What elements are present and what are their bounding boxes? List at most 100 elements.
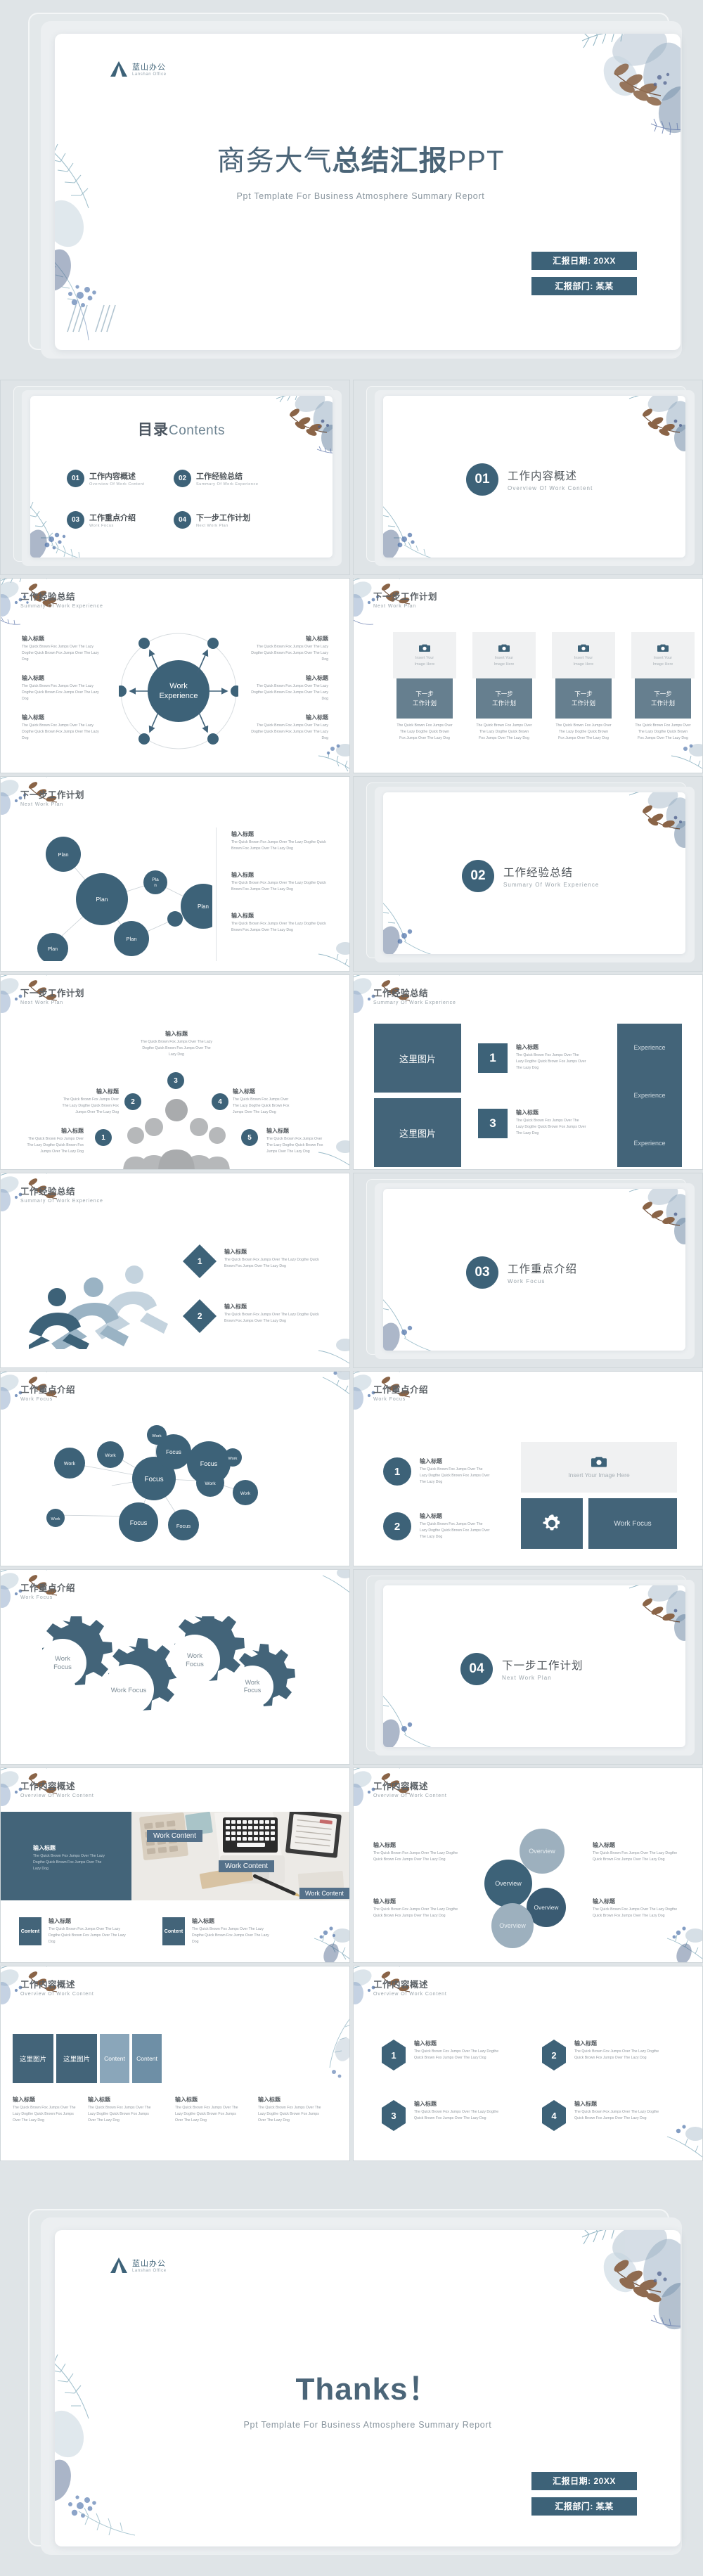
thumb-section-03[interactable]: 03 工作重点介绍 Work Focus bbox=[353, 1173, 703, 1368]
item-body: The Quick Brown Fox Jumps Over The Lazy … bbox=[373, 1851, 458, 1862]
item-title: 输入标题 bbox=[49, 1918, 71, 1924]
svg-text:Work: Work bbox=[64, 1462, 76, 1467]
toc-item-label-zh: 下一步工作计划 bbox=[196, 514, 250, 522]
slide-title-en: Overview Of Work Content bbox=[20, 1992, 94, 1997]
toc-slide: 目录Contents 01 工作内容概述 Overview Of Work Co… bbox=[30, 396, 333, 558]
item-body: The Quick Brown Fox Jumps Over The Lazy … bbox=[13, 2106, 76, 2123]
image-placeholder[interactable]: Insert Your Image Here bbox=[631, 632, 695, 678]
slide-title-zh: 工作经验总结 bbox=[20, 1187, 76, 1197]
botanical-bottom-right-icon bbox=[318, 942, 349, 967]
cover-title-block: 商务大气总结汇报PPT Ppt Template For Business At… bbox=[55, 138, 681, 201]
slide-header: 工作经验总结 Summary Of Work Experience bbox=[20, 1184, 103, 1204]
svg-text:Work Focus: Work Focus bbox=[111, 1687, 147, 1694]
picture-placeholder-1[interactable]: 这里图片 bbox=[374, 1024, 461, 1093]
thumb-section-02[interactable]: 02 工作经验总结 Summary Of Work Experience bbox=[353, 776, 703, 972]
item-body: The Quick Brown Fox Jumps Over The Lazy … bbox=[251, 723, 328, 740]
toc-item-number: 03 bbox=[67, 511, 84, 529]
svg-text:Overview: Overview bbox=[499, 1922, 526, 1929]
thumb-work-experience-radial[interactable]: 工作经验总结 Summary Of Work Experience Work E… bbox=[0, 578, 350, 773]
botanical-bottom-right-icon bbox=[318, 1339, 349, 1364]
item-title: 输入标题 bbox=[258, 2097, 280, 2103]
section-title-zh: 工作重点介绍 bbox=[508, 1263, 578, 1275]
slide-title-en: Next Work Plan bbox=[20, 1000, 64, 1005]
image-placeholder[interactable]: Insert Your Image Here bbox=[552, 632, 615, 678]
brand-name-zh: 蓝山办公 bbox=[132, 2260, 166, 2268]
svg-text:Plan: Plan bbox=[198, 903, 209, 910]
thumb-work-content-overview[interactable]: 工作内容概述 Overview Of Work Content Overview… bbox=[353, 1767, 703, 1963]
svg-text:Work: Work bbox=[105, 1453, 116, 1458]
brand-name-zh: 蓝山办公 bbox=[132, 63, 166, 72]
thumb-work-content-bars[interactable]: 工作内容概述 Overview Of Work Content 这里图片 这里图… bbox=[0, 1966, 350, 2161]
crowd-number-4: 4 bbox=[212, 1093, 228, 1110]
toc-item-3[interactable]: 03 工作重点介绍 Work Focus bbox=[67, 511, 174, 529]
thanks-badge-date[interactable]: 汇报日期: 20XX bbox=[531, 2472, 637, 2490]
thumb-section-01[interactable]: 01 工作内容概述 Overview Of Work Content bbox=[353, 380, 703, 575]
thumb-work-experience-runners[interactable]: 工作经验总结 Summary Of Work Experience 1 输入标题… bbox=[0, 1173, 350, 1368]
image-placeholder[interactable]: Insert Your Image Here bbox=[393, 632, 456, 678]
plan-card[interactable]: Insert Your Image Here 下一步 工作计划 The Quick … bbox=[472, 632, 536, 742]
image-placeholder[interactable]: Insert Your Image Here bbox=[472, 632, 536, 678]
item-title: 输入标题 bbox=[231, 831, 254, 837]
thumb-work-content-photo[interactable]: 工作内容概述 Overview Of Work Content 输入标题 The… bbox=[0, 1767, 350, 1963]
cover-badge-date[interactable]: 汇报日期: 20XX bbox=[531, 252, 637, 270]
thanks-badge-dept[interactable]: 汇报部门: 某某 bbox=[531, 2497, 637, 2516]
plan-card[interactable]: Insert Your Image Here 下一步 工作计划 The Quick … bbox=[631, 632, 695, 742]
slide-header: 工作重点介绍 Work Focus bbox=[20, 1580, 75, 1600]
toc-item-1[interactable]: 01 工作内容概述 Overview Of Work Content bbox=[67, 470, 174, 487]
crowd-text-3: 输入标题 The Quick Brown Fox Jumps Over The … bbox=[138, 1030, 214, 1058]
bar-text-1: 输入标题 The Quick Brown Fox Jumps Over The … bbox=[13, 2096, 80, 2124]
section-number: 03 bbox=[466, 1256, 498, 1289]
bubble-text-3: 输入标题 The Quick Brown Fox Jumps Over The … bbox=[231, 912, 331, 934]
item-title: 输入标题 bbox=[306, 675, 328, 681]
picture-placeholder-2[interactable]: 这里图片 bbox=[56, 2034, 97, 2083]
item-title: 输入标题 bbox=[33, 1845, 56, 1851]
item-body: The Quick Brown Fox Jumps Over The Lazy … bbox=[27, 1137, 84, 1154]
svg-text:Focus: Focus bbox=[130, 1519, 148, 1526]
slide-title-zh: 下一步工作计划 bbox=[20, 988, 85, 998]
thumb-row-2: 工作经验总结 Summary Of Work Experience Work E… bbox=[0, 578, 703, 773]
slide-title-en: Overview Of Work Content bbox=[373, 1793, 447, 1798]
plan-card[interactable]: Insert Your Image Here 下一步 工作计划 The Quick … bbox=[552, 632, 615, 742]
section-title-zh: 工作内容概述 bbox=[508, 470, 578, 482]
overview-text-3: 输入标题 The Quick Brown Fox Jumps Over The … bbox=[373, 1898, 465, 1919]
item-title: 输入标题 bbox=[96, 1088, 119, 1095]
slide-header: 工作经验总结 Summary Of Work Experience bbox=[373, 986, 456, 1005]
focus-item-number: 2 bbox=[383, 1512, 411, 1540]
focus-item-1: 1 输入标题 The Quick Brown Fox Jumps Over Th… bbox=[383, 1457, 490, 1486]
thumb-row-1: 目录Contents 01 工作内容概述 Overview Of Work Co… bbox=[0, 380, 703, 575]
item-title: 输入标题 bbox=[414, 2101, 437, 2107]
item-body: The Quick Brown Fox Jumps Over The Lazy … bbox=[373, 1907, 458, 1918]
thumb-work-focus-gears[interactable]: 工作重点介绍 Work Focus Work Focus Work Focus … bbox=[0, 1569, 350, 1765]
picture-placeholder-2[interactable]: 这里图片 bbox=[374, 1098, 461, 1167]
thumb-next-plan-crowd[interactable]: 下一步工作计划 Next Work Plan 输入标题 The Quick Br… bbox=[0, 974, 350, 1170]
thumb-toc[interactable]: 目录Contents 01 工作内容概述 Overview Of Work Co… bbox=[0, 380, 350, 575]
thumb-work-content-diamonds[interactable]: 工作内容概述 Overview Of Work Content 1 输入标题 T… bbox=[353, 1966, 703, 2161]
item-title: 输入标题 bbox=[165, 1031, 188, 1037]
cover-slide[interactable]: 蓝山办公 Lanshan Office 商务大气总结汇报PPT Ppt Temp… bbox=[55, 34, 681, 350]
thumb-next-plan-cards[interactable]: 下一步工作计划 Next Work Plan Insert Your Image … bbox=[353, 578, 703, 773]
thumb-next-plan-bubbles[interactable]: 下一步工作计划 Next Work Plan Plan Plan Pla n Pl… bbox=[0, 776, 350, 972]
thumb-work-experience-grid[interactable]: 工作经验总结 Summary Of Work Experience 这里图片 这… bbox=[353, 974, 703, 1170]
item-body: The Quick Brown Fox Jumps Over The Lazy … bbox=[251, 645, 328, 662]
plan-card[interactable]: Insert Your Image Here 下一步 工作计划 The Quick … bbox=[393, 632, 456, 742]
section-title-en: Next Work Plan bbox=[502, 1675, 552, 1681]
toc-item-4[interactable]: 04 下一步工作计划 Next Work Plan bbox=[174, 511, 280, 529]
picture-placeholder-1[interactable]: 这里图片 bbox=[13, 2034, 53, 2083]
item-title: 输入标题 bbox=[306, 714, 328, 721]
svg-text:Work: Work bbox=[51, 1517, 60, 1521]
plan-card-body: The Quick Brown Fox Jumps Over The Lazy … bbox=[635, 723, 691, 740]
image-placeholder[interactable]: Insert Your Image Here bbox=[521, 1442, 677, 1493]
cover-badge-dept[interactable]: 汇报部门: 某某 bbox=[531, 277, 637, 295]
thumb-work-focus-photo[interactable]: 工作重点介绍 Work Focus 1 输入标题 The Quick Brown… bbox=[353, 1371, 703, 1566]
toc-item-2[interactable]: 02 工作经验总结 Summary Of Work Experience bbox=[174, 470, 280, 487]
thanks-slide[interactable]: 蓝山办公 Lanshan Office Thanks！ Ppt Template… bbox=[55, 2230, 681, 2546]
runner-text-2: 输入标题 The Quick Brown Fox Jumps Over The … bbox=[224, 1303, 323, 1325]
cover-subtitle: Ppt Template For Business Atmosphere Sum… bbox=[236, 191, 485, 201]
thumb-section-04[interactable]: 04 下一步工作计划 Next Work Plan bbox=[353, 1569, 703, 1765]
slide-title-en: Next Work Plan bbox=[20, 802, 64, 807]
slide-thumbnail-grid: 目录Contents 01 工作内容概述 Overview Of Work Co… bbox=[0, 380, 703, 2164]
item-title: 输入标题 bbox=[13, 2097, 35, 2103]
item-body: The Quick Brown Fox Jumps Over The Lazy … bbox=[22, 684, 99, 701]
svg-text:Overview: Overview bbox=[534, 1904, 560, 1911]
thumb-work-focus-bubbles[interactable]: 工作重点介绍 Work Focus Work Work Focus Focus … bbox=[0, 1371, 350, 1566]
